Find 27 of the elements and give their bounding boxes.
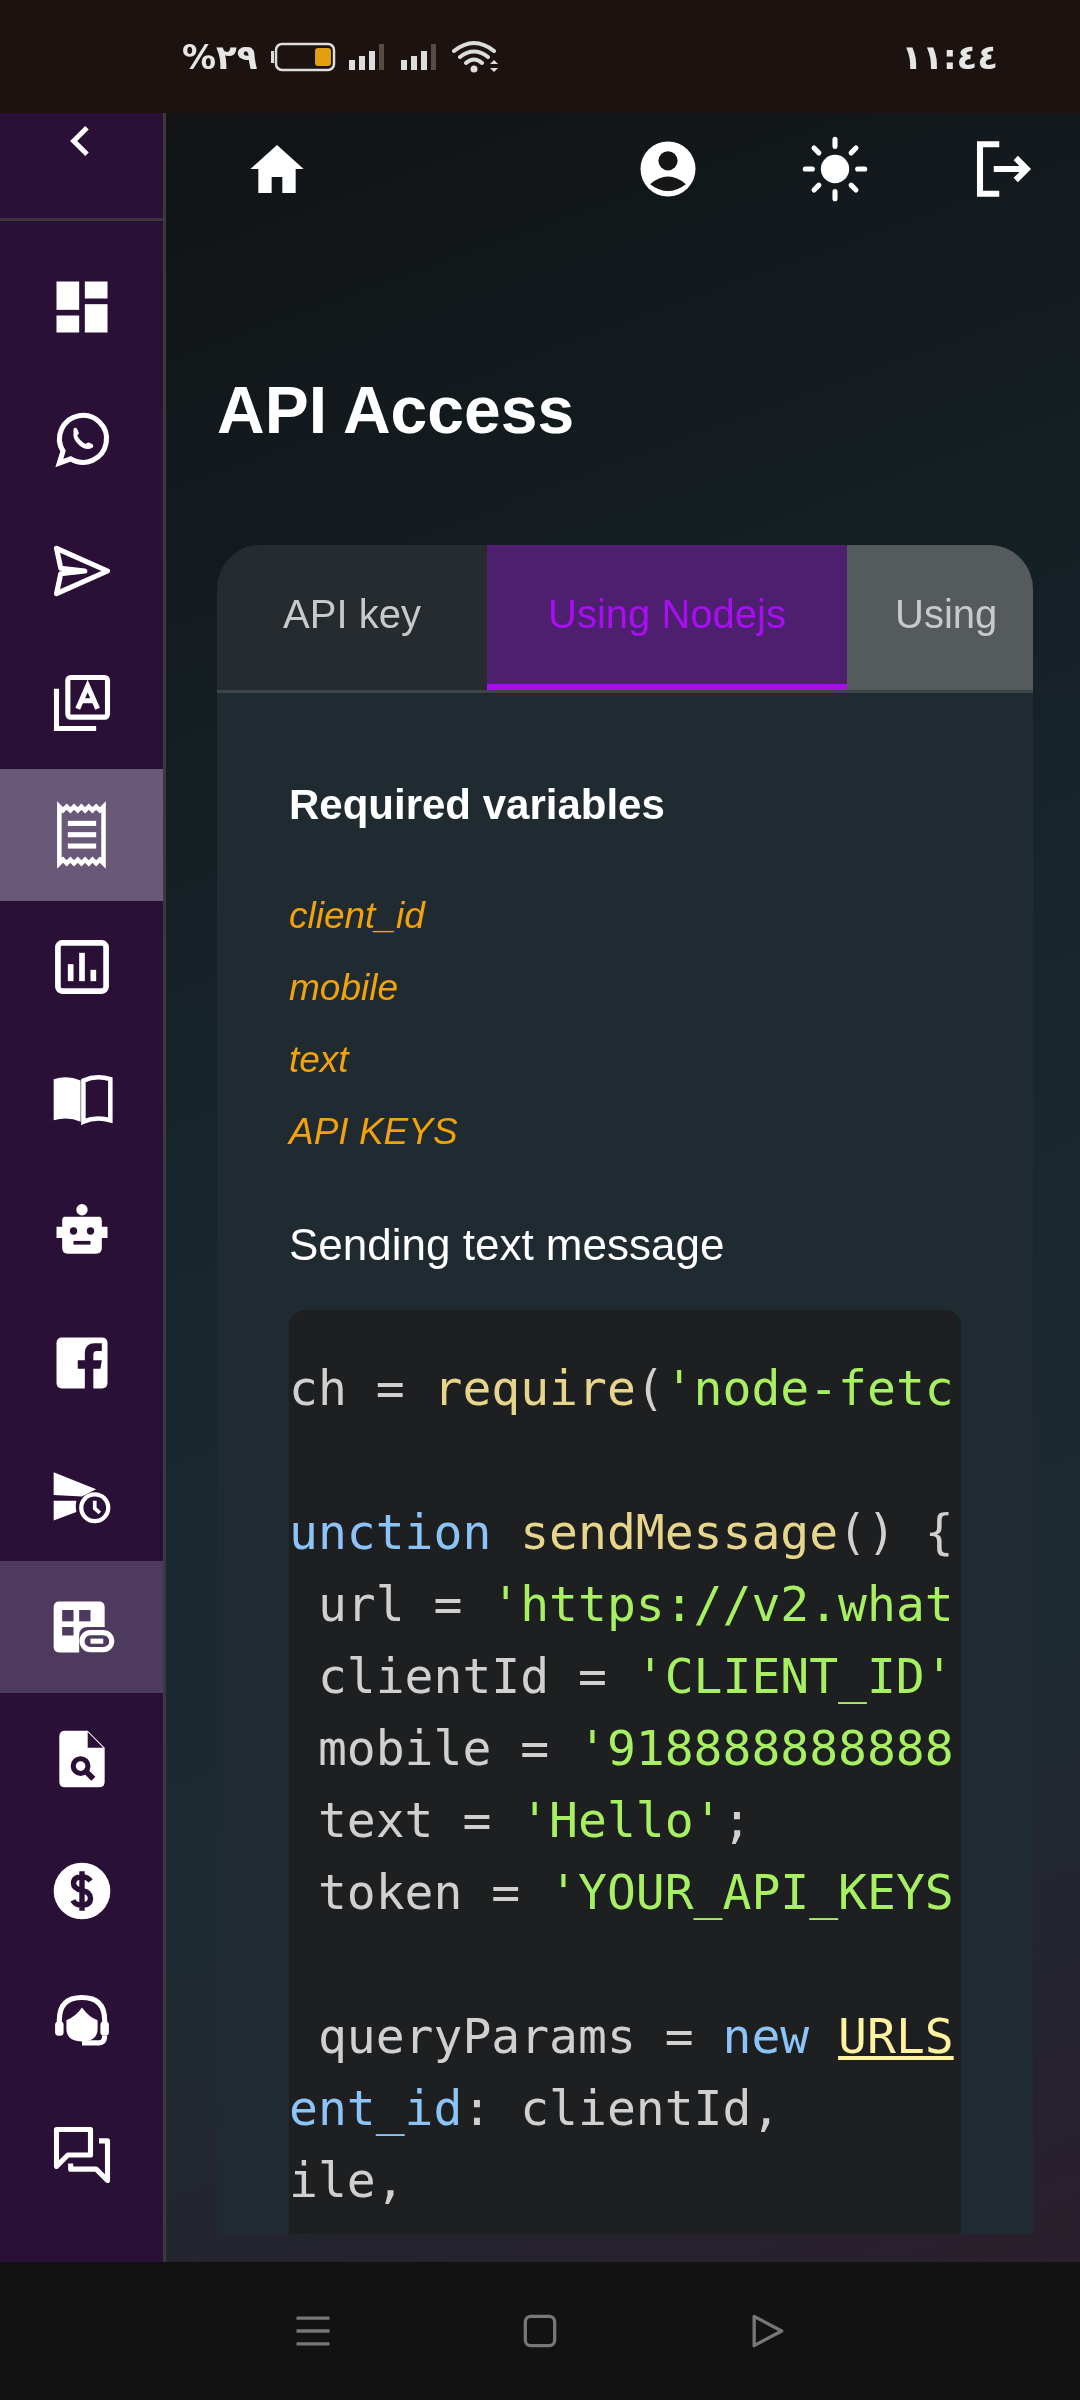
wifi-icon — [451, 39, 498, 74]
code-line: url = 'https://v2.what — [316, 1575, 955, 1635]
sidebar-item[interactable] — [0, 769, 163, 901]
battery-percent: %٢٩ — [182, 36, 258, 77]
tab[interactable]: Using Nodejs — [487, 545, 847, 691]
variable-name: API KEYS — [289, 1111, 458, 1153]
tab[interactable]: API key — [217, 545, 487, 691]
variable-name: text — [289, 1039, 349, 1081]
section-heading: Required variables — [289, 781, 666, 830]
code-line: ent_id: clientId, — [289, 2079, 782, 2139]
code-line: ile, — [289, 2151, 406, 2211]
battery-icon — [269, 41, 336, 72]
tab[interactable]: Using — [847, 545, 1033, 691]
code-line: text = 'Hello'; — [316, 1791, 753, 1851]
code-line: mobile = '918888888888 — [316, 1719, 955, 1779]
clock-time: ١١:٤٤ — [901, 36, 998, 77]
code-line: unction sendMessage() { — [289, 1503, 955, 1563]
code-line: clientId = 'CLIENT_ID' — [316, 1647, 955, 1707]
brightness-icon[interactable] — [801, 135, 869, 203]
variable-name: client_id — [289, 895, 425, 937]
code-line: token = 'YOUR_API_KEYS — [316, 1863, 955, 1923]
code-line: queryParams = new URLS — [316, 2007, 955, 2067]
code-line: ch = require('node-fetc — [289, 1359, 955, 1419]
sidebar-item[interactable] — [0, 1561, 163, 1693]
variable-name: mobile — [289, 967, 398, 1009]
page-title: API Access — [217, 372, 576, 449]
section-heading: Sending text message — [289, 1220, 726, 1271]
